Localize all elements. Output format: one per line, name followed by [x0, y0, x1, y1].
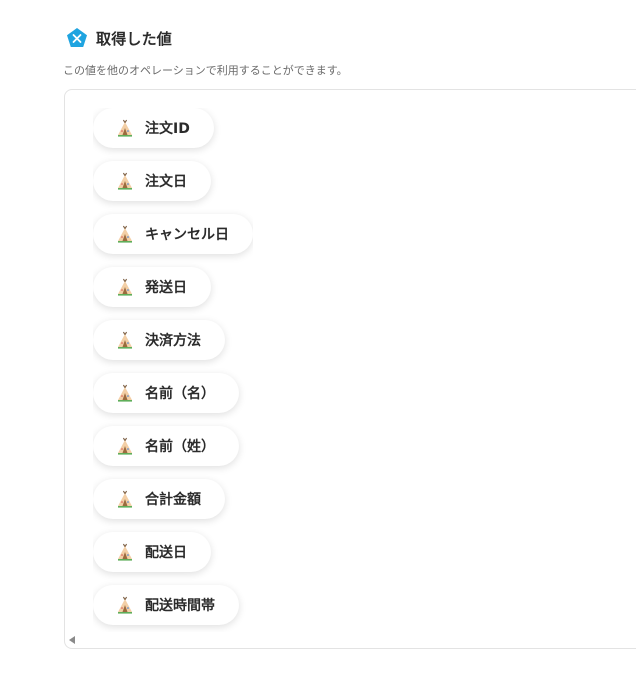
- value-chip-label: 決済方法: [145, 333, 201, 349]
- teepee-icon: [117, 596, 133, 614]
- value-chip-label: 注文日: [145, 174, 187, 190]
- teepee-icon: [117, 543, 133, 561]
- value-chip-label: 配送日: [145, 545, 187, 561]
- pentagon-x-icon: [66, 27, 88, 49]
- value-chip-label: 名前（姓）: [145, 439, 215, 455]
- value-chip[interactable]: 注文日: [93, 161, 211, 201]
- value-chip-label: 名前（名）: [145, 386, 215, 402]
- scroll-left-arrow-icon[interactable]: [69, 636, 75, 644]
- value-chip[interactable]: 配送日: [93, 532, 211, 572]
- value-chip[interactable]: 注文ID: [93, 108, 214, 148]
- value-chip-label: 配送時間帯: [145, 598, 215, 614]
- teepee-icon: [117, 225, 133, 243]
- values-panel: 注文ID 注文日キャンセル日 発送日決済方法名前（名） 名前（姓） 合計金額配送日配送時…: [64, 89, 636, 649]
- value-chip[interactable]: 名前（姓）: [93, 426, 239, 466]
- value-chip-label: 注文ID: [145, 121, 190, 137]
- value-chip-label: 発送日: [145, 280, 187, 296]
- value-chip[interactable]: 名前（名）: [93, 373, 239, 413]
- section-header: 取得した値: [66, 27, 172, 49]
- teepee-icon: [117, 278, 133, 296]
- teepee-icon: [117, 437, 133, 455]
- value-chip[interactable]: 発送日: [93, 267, 211, 307]
- teepee-icon: [117, 384, 133, 402]
- value-chip[interactable]: キャンセル日: [93, 214, 253, 254]
- value-chip[interactable]: 合計金額: [93, 479, 225, 519]
- teepee-icon: [117, 490, 133, 508]
- section-description: この値を他のオペレーションで利用することができます。: [63, 64, 348, 77]
- section-title: 取得した値: [96, 29, 173, 48]
- page: 取得した値 この値を他のオペレーションで利用することができます。 注文ID 注文日…: [0, 0, 636, 692]
- value-chip[interactable]: 配送時間帯: [93, 585, 239, 625]
- teepee-icon: [117, 172, 133, 190]
- teepee-icon: [117, 331, 133, 349]
- value-chip[interactable]: 決済方法: [93, 320, 225, 360]
- teepee-icon: [117, 119, 133, 137]
- values-list: 注文ID 注文日キャンセル日 発送日決済方法名前（名） 名前（姓） 合計金額配送日配送時…: [93, 108, 253, 632]
- value-chip-label: キャンセル日: [145, 227, 229, 243]
- value-chip-label: 合計金額: [145, 492, 201, 508]
